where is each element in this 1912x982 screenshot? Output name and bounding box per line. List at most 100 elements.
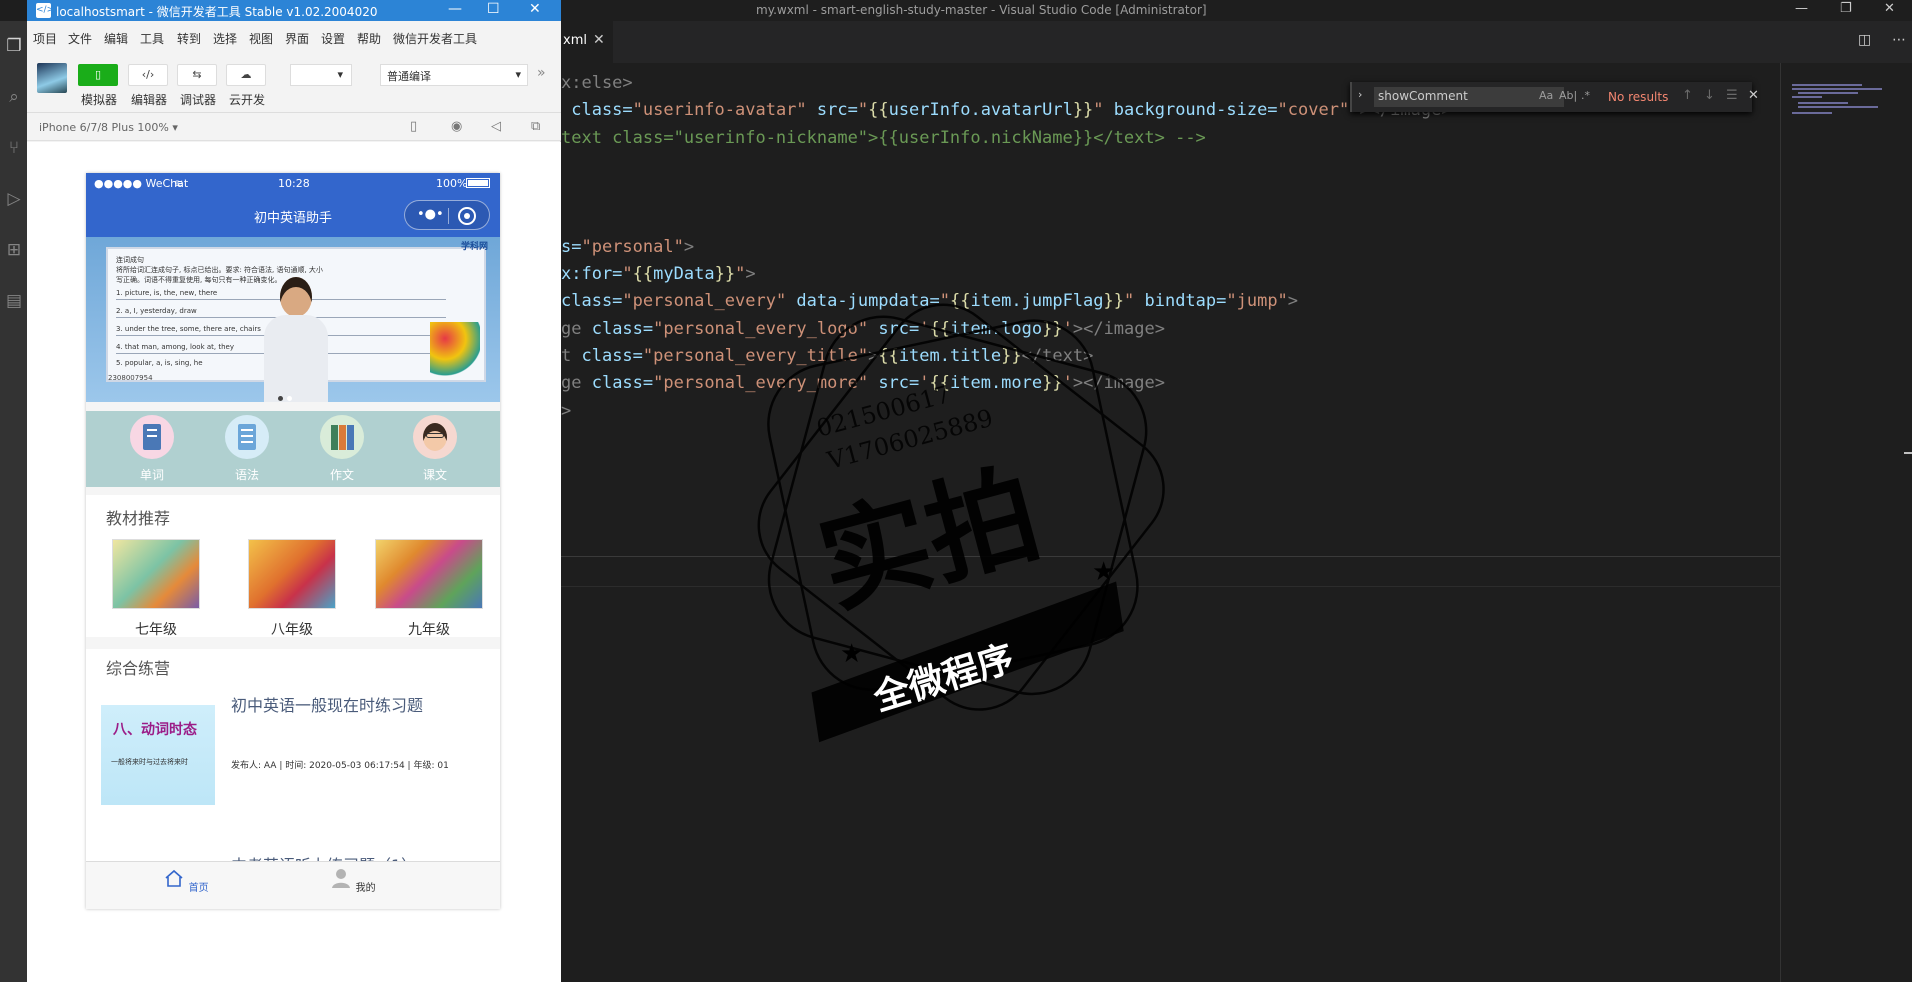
close-find-icon[interactable]: ✕ bbox=[1748, 88, 1759, 103]
practice-thumbnail[interactable]: 八、动词时态 一般将来时与过去将来时 bbox=[101, 705, 215, 805]
carousel-dots[interactable] bbox=[278, 386, 296, 402]
code-line[interactable]: x:else> bbox=[561, 70, 1452, 97]
more-icon[interactable]: » bbox=[537, 65, 546, 81]
battery-level: 100% bbox=[436, 177, 468, 190]
simulator-button[interactable]: ▯ bbox=[78, 64, 118, 86]
source-control-icon[interactable]: ⑂ bbox=[3, 137, 25, 159]
list-icon bbox=[225, 415, 269, 459]
more-dots-icon[interactable]: •●• bbox=[417, 207, 444, 222]
code-line[interactable]: ge class="personal_every_logo" src='{{it… bbox=[561, 316, 1452, 343]
explorer-icon[interactable]: ❐ bbox=[3, 35, 25, 57]
device-select[interactable]: iPhone 6/7/8 Plus 100% ▾ bbox=[39, 121, 178, 134]
menu-settings[interactable]: 设置 bbox=[321, 30, 345, 47]
category-label: 单词 bbox=[139, 468, 164, 482]
menu-help[interactable]: 帮助 bbox=[357, 30, 381, 47]
close-circle-icon[interactable] bbox=[458, 207, 476, 225]
category-text[interactable]: 课文 bbox=[405, 415, 465, 483]
category-grammar[interactable]: 语法 bbox=[217, 415, 277, 483]
devtools-logo-icon: </> bbox=[36, 3, 54, 18]
whole-word-toggle[interactable]: Ab| bbox=[1559, 89, 1577, 102]
category-essay[interactable]: 作文 bbox=[312, 415, 372, 483]
record-icon[interactable]: ◉ bbox=[451, 119, 462, 134]
capsule-menu[interactable]: •●• bbox=[404, 200, 490, 230]
more-actions-icon[interactable]: ⋯ bbox=[1892, 32, 1906, 48]
menu-file[interactable]: 文件 bbox=[68, 30, 92, 47]
textbook-grade9[interactable]: 九年级 bbox=[374, 539, 484, 639]
category-words[interactable]: 单词 bbox=[122, 415, 182, 483]
code-line[interactable]: > bbox=[561, 398, 1452, 425]
phone-icon[interactable]: ▯ bbox=[410, 119, 417, 134]
code-token: > bbox=[868, 345, 879, 366]
maximize-icon[interactable]: ☐ bbox=[487, 1, 500, 17]
regex-toggle[interactable]: .* bbox=[1581, 89, 1590, 102]
code-line[interactable]: class="personal_every" data-jumpdata="{{… bbox=[561, 288, 1452, 315]
debugger-button[interactable]: ⇆ bbox=[177, 64, 217, 86]
minimize-icon[interactable]: — bbox=[1795, 1, 1808, 16]
previous-match-icon[interactable]: ↑ bbox=[1682, 88, 1693, 103]
code-token: item.logo bbox=[950, 318, 1043, 339]
banner-line: 将所给词汇连成句子, 标点已给出。要求: 符合语法, 语句通顺, 大小 bbox=[116, 266, 323, 274]
code-line[interactable]: ge class="personal_every_more" src='{{it… bbox=[561, 370, 1452, 397]
find-result: No results bbox=[1608, 90, 1669, 104]
tab-home[interactable]: 首页 bbox=[156, 867, 216, 894]
find-input[interactable]: showComment bbox=[1374, 87, 1564, 107]
detach-icon[interactable]: ⧉ bbox=[531, 119, 540, 134]
cloud-button[interactable]: ☁ bbox=[226, 64, 266, 86]
user-avatar[interactable] bbox=[37, 63, 67, 93]
code-line[interactable] bbox=[561, 152, 1452, 179]
minimize-icon[interactable]: — bbox=[448, 1, 462, 17]
banner-line: 4. that man, among, look at, they bbox=[116, 343, 234, 351]
code-line[interactable]: x:for="{{myData}}"> bbox=[561, 261, 1452, 288]
code-line[interactable] bbox=[561, 179, 1452, 206]
split-editor-icon[interactable]: ◫ bbox=[1858, 32, 1871, 48]
code-line[interactable] bbox=[561, 206, 1452, 233]
student-icon bbox=[413, 415, 457, 459]
editor-divider bbox=[561, 556, 1781, 557]
close-icon[interactable]: ✕ bbox=[1884, 1, 1895, 16]
code-token: background-size= bbox=[1103, 100, 1278, 121]
menu-select[interactable]: 选择 bbox=[213, 30, 237, 47]
tab-close-icon[interactable]: ✕ bbox=[593, 32, 605, 48]
debug-icon[interactable]: ▷ bbox=[3, 188, 25, 210]
textbook-grade7[interactable]: 七年级 bbox=[111, 539, 201, 639]
next-match-icon[interactable]: ↓ bbox=[1704, 88, 1715, 103]
minimap[interactable] bbox=[1780, 80, 1912, 130]
find-in-selection-icon[interactable]: ☰ bbox=[1726, 88, 1738, 103]
menu-project[interactable]: 项目 bbox=[33, 30, 57, 47]
code-token: x:else bbox=[561, 73, 623, 93]
book-icon bbox=[130, 415, 174, 459]
match-case-toggle[interactable]: Aa bbox=[1539, 89, 1553, 102]
code-token: " bbox=[857, 100, 869, 121]
code-line[interactable]: class="userinfo-avatar" src="{{userInfo.… bbox=[561, 97, 1451, 124]
extensions-icon[interactable]: ⊞ bbox=[3, 239, 25, 261]
close-icon[interactable]: ✕ bbox=[529, 1, 541, 17]
code-line[interactable]: s="personal"> bbox=[561, 234, 1452, 261]
search-icon[interactable]: ⌕ bbox=[3, 86, 25, 108]
banner-carousel[interactable]: 学科网 连词成句 将所给词汇连成句子, 标点已给出。要求: 符合语法, 语句通顺… bbox=[86, 237, 500, 402]
editor-button[interactable]: ‹/› bbox=[128, 64, 168, 86]
code-token: userInfo.avatarUrl bbox=[888, 100, 1073, 121]
code-token: class= bbox=[581, 318, 654, 339]
code-editor[interactable]: x:else> class="userinfo-avatar" src="{{u… bbox=[561, 70, 1452, 425]
textbook-grade8[interactable]: 八年级 bbox=[247, 539, 337, 639]
find-widget: › showComment Aa Ab| .* No results ↑ ↓ ☰… bbox=[1350, 82, 1759, 112]
category-label: 作文 bbox=[329, 468, 354, 482]
sound-icon[interactable]: ◁ bbox=[491, 119, 501, 134]
code-line[interactable]: text class="userinfo-nickname">{{userInf… bbox=[561, 125, 1452, 152]
code-line[interactable]: t class="personal_every_title">{{item.ti… bbox=[561, 343, 1452, 370]
menu-interface[interactable]: 界面 bbox=[285, 30, 309, 47]
mode-select[interactable]: ▾ bbox=[290, 64, 352, 86]
tab-mine[interactable]: 我的 bbox=[323, 867, 383, 894]
menu-goto[interactable]: 转到 bbox=[177, 30, 201, 47]
practice-item-title[interactable]: 初中英语一般现在时练习题 bbox=[231, 692, 423, 716]
toggle-replace-icon[interactable]: › bbox=[1358, 88, 1362, 101]
compile-mode-select[interactable]: 普通编译 ▾ bbox=[380, 64, 528, 86]
restore-icon[interactable]: ❐ bbox=[1840, 1, 1852, 16]
scrollbar-marker[interactable] bbox=[1904, 452, 1912, 454]
menu-wechat-devtools[interactable]: 微信开发者工具 bbox=[393, 30, 477, 47]
menu-edit[interactable]: 编辑 bbox=[104, 30, 128, 47]
remote-icon[interactable]: ▤ bbox=[3, 290, 25, 312]
menu-tools[interactable]: 工具 bbox=[140, 30, 164, 47]
tab-my-wxml[interactable]: xml ✕ bbox=[561, 21, 613, 63]
menu-view[interactable]: 视图 bbox=[249, 30, 273, 47]
